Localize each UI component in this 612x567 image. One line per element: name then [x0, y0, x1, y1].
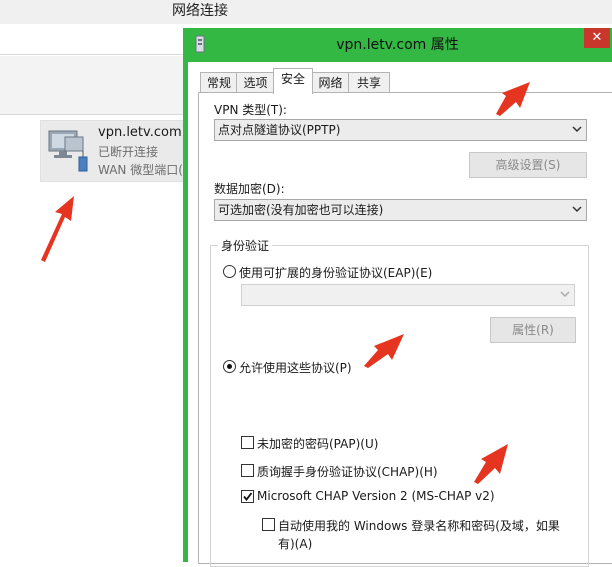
chap-label: 质询握手身份验证协议(CHAP)(H) [257, 465, 438, 479]
pap-checkbox[interactable] [241, 436, 254, 449]
background-window-title: 网络连接 [172, 3, 228, 19]
auto-login-checkbox[interactable] [262, 518, 275, 531]
pap-label: 未加密的密码(PAP)(U) [257, 437, 379, 451]
mschapv2-checkbox[interactable] [241, 490, 254, 503]
tab-label: 选项 [243, 76, 268, 90]
background-window-titlebar: 网络连接 [0, 0, 612, 25]
auto-login-label-line1: 自动使用我的 Windows 登录名称和密码(及域，如果 [278, 519, 560, 533]
close-button[interactable]: ✕ [584, 28, 610, 48]
tab-options[interactable]: 选项 [236, 72, 275, 93]
authentication-group-title: 身份验证 [218, 237, 273, 254]
network-connection-icon [48, 130, 88, 172]
eap-radio-label: 使用可扩展的身份验证协议(EAP)(E) [239, 266, 433, 280]
vpn-type-value: 点对点隧道协议(PPTP) [218, 123, 341, 137]
dialog-body: 常规 选项 安全 网络 共享 VPN 类型(T): 点对点隧道协议(PPTP) … [188, 62, 612, 567]
eap-select[interactable] [241, 284, 575, 306]
checkmark-icon [243, 492, 253, 501]
vpn-connection-item[interactable]: vpn.letv.com 已断开连接 WAN 微型端口(PPTP) [40, 120, 202, 182]
allow-protocols-label: 允许使用这些协议(P) [239, 361, 352, 375]
vpn-type-label: VPN 类型(T): [214, 103, 287, 117]
tab-security[interactable]: 安全 [273, 68, 313, 94]
advanced-settings-label: 高级设置(S) [495, 158, 561, 172]
tab-label: 常规 [206, 76, 231, 90]
encryption-label: 数据加密(D): [214, 182, 285, 196]
chevron-down-icon [572, 126, 582, 133]
radio-selected-dot [227, 364, 232, 369]
dialog-title: vpn.letv.com 属性 [336, 37, 459, 53]
tab-label: 安全 [280, 72, 305, 86]
allow-protocols-radio[interactable] [223, 360, 236, 373]
encryption-value: 可选加密(没有加密也可以连接) [218, 203, 384, 217]
tab-general[interactable]: 常规 [200, 72, 238, 93]
dialog-titlebar[interactable]: vpn.letv.com 属性 ✕ [183, 28, 612, 60]
chevron-down-icon [560, 291, 570, 298]
encryption-select[interactable]: 可选加密(没有加密也可以连接) [214, 199, 587, 221]
auto-login-label-line2: 有)(A) [278, 537, 313, 551]
security-tab-panel: VPN 类型(T): 点对点隧道协议(PPTP) 高级设置(S) 数据加密(D)… [198, 92, 612, 567]
tab-label: 共享 [356, 76, 381, 90]
chap-checkbox[interactable] [241, 464, 254, 477]
connection-name: vpn.letv.com [98, 125, 182, 140]
mschapv2-label: Microsoft CHAP Version 2 (MS-CHAP v2) [257, 489, 495, 503]
tab-sharing[interactable]: 共享 [348, 72, 390, 93]
connection-status: 已断开连接 [98, 145, 159, 159]
properties-button-label: 属性(R) [512, 323, 554, 337]
properties-button[interactable]: 属性(R) [490, 317, 576, 343]
properties-dialog: vpn.letv.com 属性 ✕ 常规 选项 安全 网络 共享 VPN 类型(… [183, 28, 612, 567]
vpn-type-select[interactable]: 点对点隧道协议(PPTP) [214, 119, 587, 141]
close-icon: ✕ [591, 30, 603, 45]
tab-label: 网络 [318, 76, 343, 90]
advanced-settings-button[interactable]: 高级设置(S) [469, 152, 587, 178]
chevron-down-icon [572, 206, 582, 213]
eap-radio[interactable] [223, 265, 236, 278]
tab-network[interactable]: 网络 [311, 72, 350, 93]
